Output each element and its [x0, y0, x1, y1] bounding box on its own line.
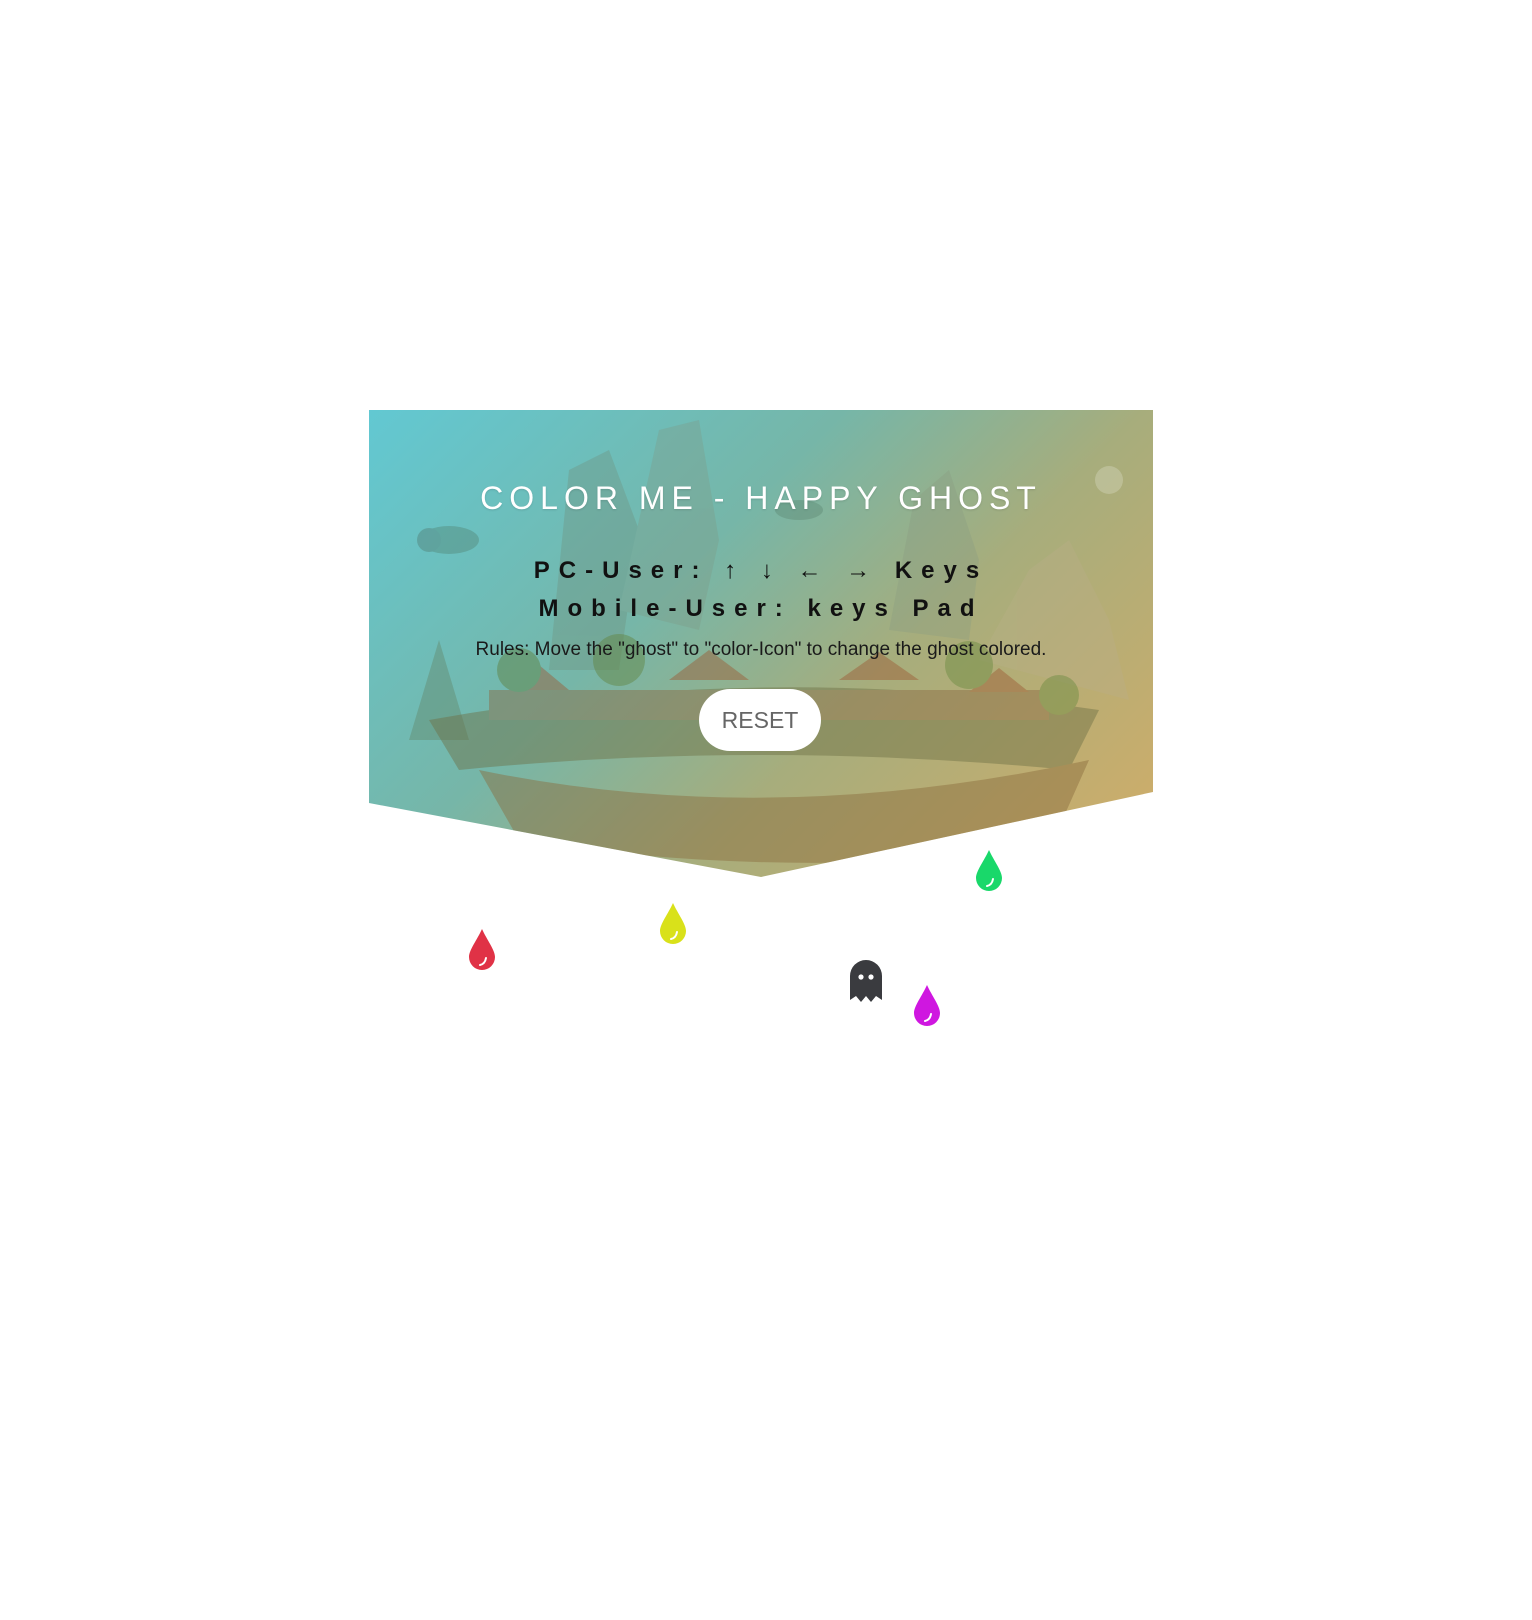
ghost-icon[interactable]: [848, 958, 884, 1004]
mobile-controls-text: Mobile-User: keys Pad: [538, 595, 984, 622]
green-drop-icon: [976, 850, 1002, 891]
pc-controls-text: PC-User: ↑ ↓ ← → Keys: [533, 557, 989, 584]
game-stage: COLOR ME - HAPPY GHOST PC-User: ↑ ↓ ← → …: [0, 0, 1532, 1620]
rules-text: Rules: Move the "ghost" to "color-Icon" …: [475, 639, 1047, 660]
reset-button[interactable]: RESET: [699, 689, 821, 751]
game-title: COLOR ME - HAPPY GHOST: [480, 480, 1042, 516]
yellow-drop-icon: [660, 903, 686, 944]
magenta-drop-icon: [914, 985, 940, 1026]
hero-banner: COLOR ME - HAPPY GHOST PC-User: ↑ ↓ ← → …: [369, 410, 1153, 877]
red-drop-icon: [469, 929, 495, 970]
